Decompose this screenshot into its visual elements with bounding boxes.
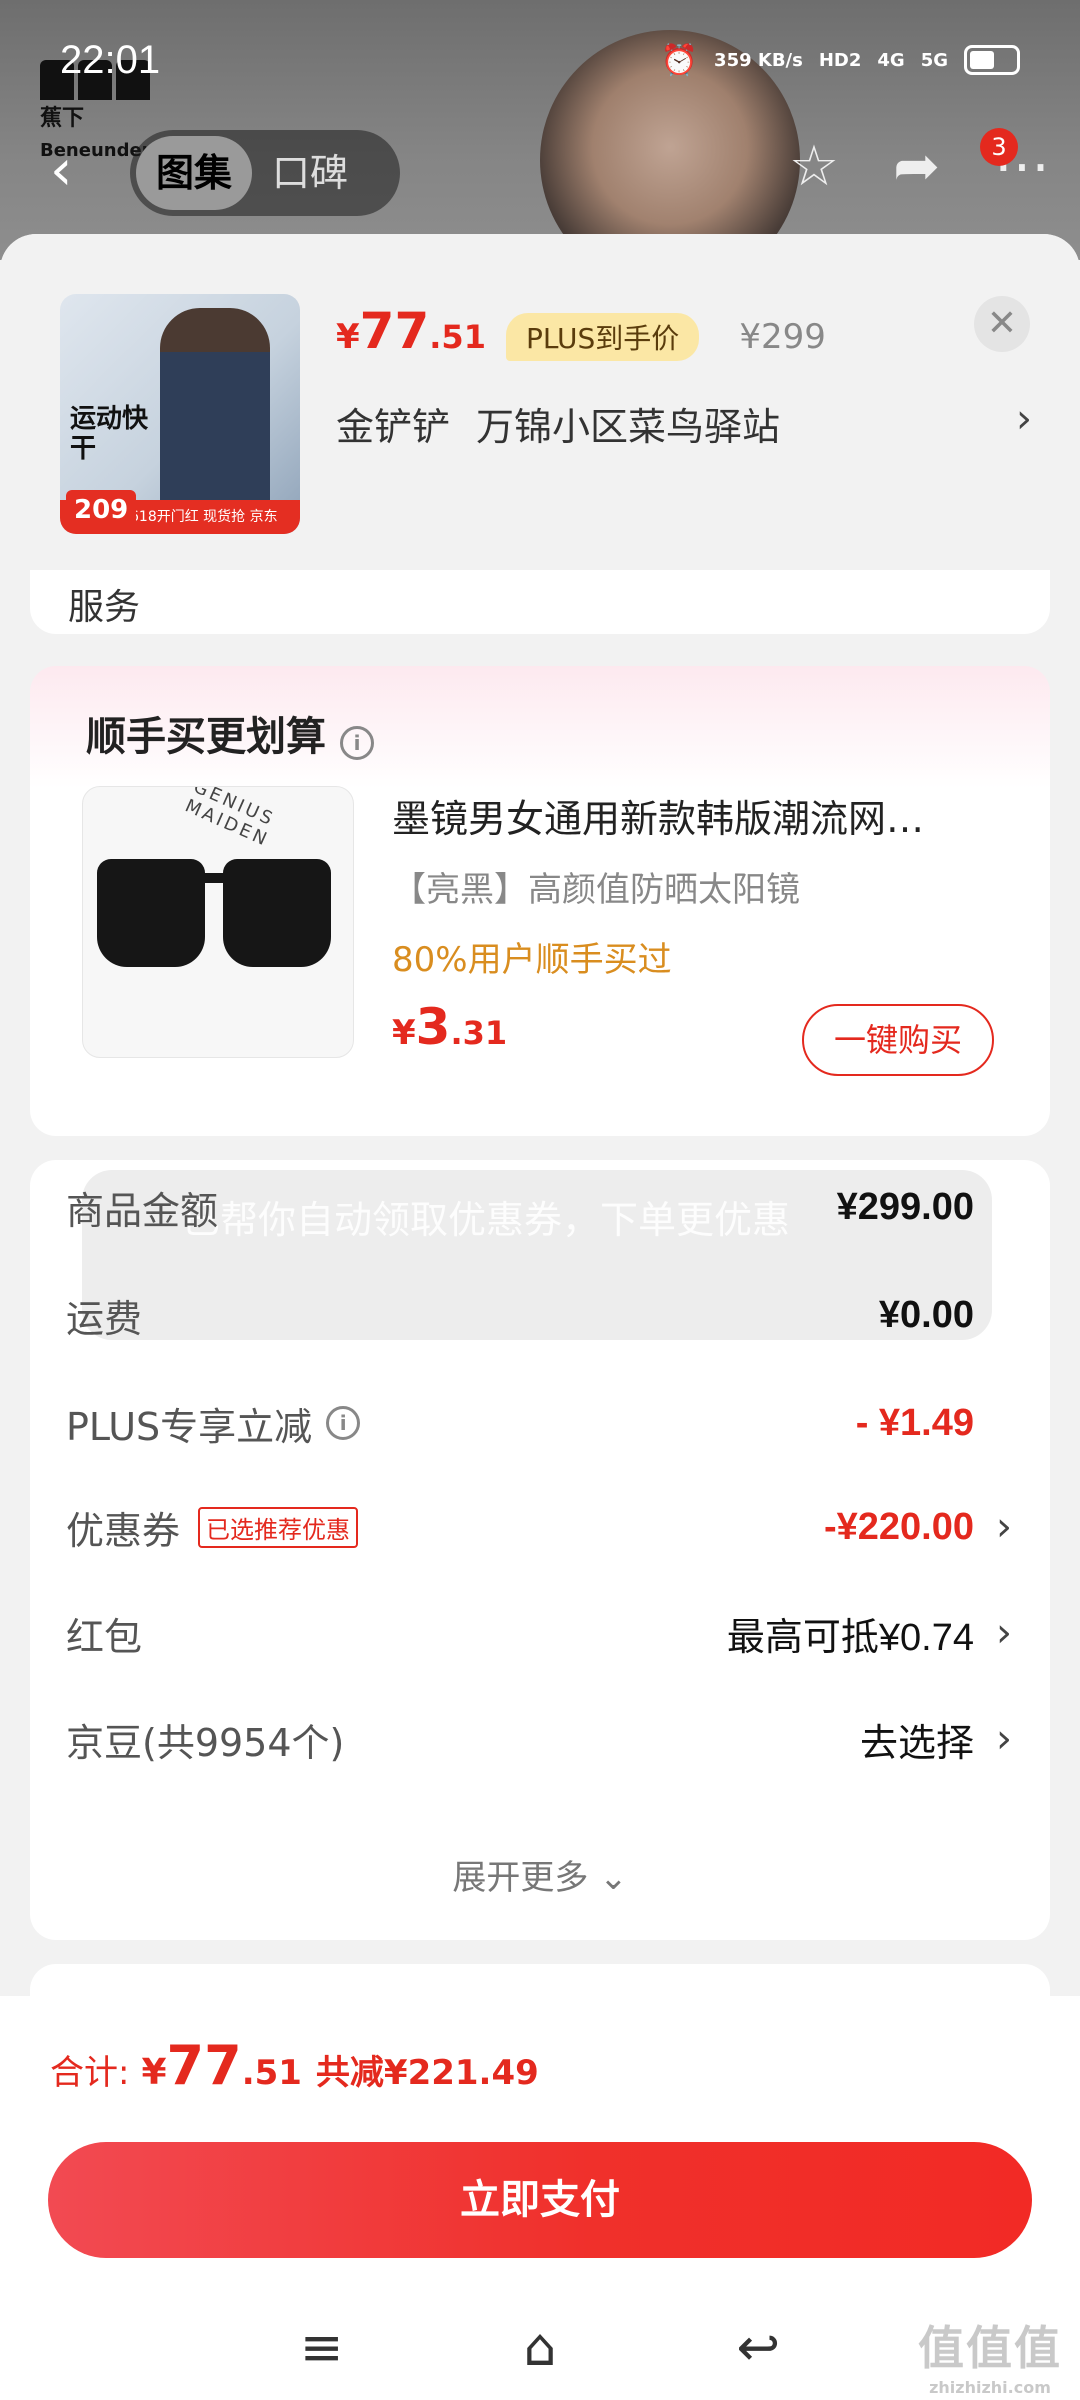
favorite-star-icon[interactable]: ☆	[789, 134, 839, 199]
service-label: 服务	[68, 587, 141, 628]
expand-more-button[interactable]: 展开更多 ⌄	[30, 1850, 1050, 1899]
price-summary-card: 已帮你自动领取优惠券，下单更优惠 商品金额 ¥299.00 运费 ¥0.00 P…	[30, 1160, 1050, 1940]
product-thumbnail[interactable]: 运动快干 618开门红 现货抢 京东 209	[60, 294, 300, 534]
one-click-buy-button[interactable]: 一键购买	[802, 1004, 994, 1076]
tab-gallery[interactable]: 图集	[136, 136, 253, 210]
watermark: 值值值 zhizhizhi.com	[918, 2321, 1062, 2397]
alarm-icon: ⏰	[660, 42, 699, 78]
summary-row-shipping: 运费 ¥0.00	[66, 1293, 974, 1341]
signal-4g-icon: 4G	[877, 49, 905, 71]
checkout-footer: 合计: ¥ 77 .51 共减¥221.49 立即支付 ≡ ⌂ ↩ 值值值 zh…	[0, 1996, 1080, 2400]
top-nav: ‹ 图集 口碑 ☆ ➦ ⋯ 3	[0, 120, 1080, 220]
clock: 22:01	[60, 37, 161, 82]
close-button[interactable]: ✕	[974, 296, 1030, 352]
delivery-address[interactable]: 金铲铲 万锦小区菜鸟驿站	[336, 396, 780, 451]
pay-now-button[interactable]: 立即支付	[48, 2142, 1032, 2258]
sunglasses-image[interactable]: GENIUS MAIDEN	[82, 786, 354, 1058]
menu-icon[interactable]: ≡	[300, 2318, 344, 2378]
total-savings: 共减¥221.49	[315, 2053, 539, 2093]
gallery-tabs: 图集 口碑	[130, 130, 400, 216]
plus-price-tag: PLUS到手价	[505, 313, 700, 361]
net-speed: 359 KB/s	[714, 49, 803, 71]
battery-icon	[964, 45, 1020, 75]
pickup-location: 万锦小区菜鸟驿站	[476, 405, 781, 449]
addon-purchase-stat: 80%用户顺手买过	[392, 940, 672, 980]
signal-5g-icon: 5G	[920, 49, 948, 71]
home-icon[interactable]: ⌂	[523, 2318, 556, 2378]
hd-icon: HD2	[818, 49, 862, 71]
tab-reviews[interactable]: 口碑	[252, 136, 368, 210]
order-total: 合计: ¥ 77 .51 共减¥221.49	[50, 2034, 539, 2097]
back-nav-icon[interactable]: ↩	[737, 2318, 781, 2378]
back-icon[interactable]: ‹	[50, 138, 72, 203]
more-icon[interactable]: ⋯ 3	[980, 128, 1050, 199]
recipient-name: 金铲铲	[336, 405, 451, 449]
info-icon[interactable]: i	[326, 1406, 361, 1440]
chevron-right-icon[interactable]: ›	[1016, 396, 1032, 442]
coupon-recommended-tag: 已选推荐优惠	[198, 1506, 359, 1548]
status-bar: 22:01 ⏰ 359 KB/s HD2 4G 5G	[0, 0, 1080, 120]
addon-recommendation-card: 顺手买更划算 i GENIUS MAIDEN 墨镜男女通用新款韩版潮流网… 【亮黑…	[30, 666, 1050, 1136]
notification-badge: 3	[980, 128, 1018, 166]
chevron-right-icon[interactable]: ›	[996, 1610, 1012, 1656]
summary-row-subtotal: 商品金额 ¥299.00	[66, 1185, 974, 1233]
addon-product-name[interactable]: 墨镜男女通用新款韩版潮流网…	[392, 788, 1012, 843]
addon-title: 顺手买更划算 i	[86, 704, 374, 762]
chevron-right-icon[interactable]: ›	[996, 1504, 1012, 1550]
summary-row-coupon[interactable]: 优惠券 已选推荐优惠 -¥220.00 ›	[66, 1492, 1012, 1562]
addon-price: ¥ 3 .31	[392, 998, 508, 1056]
summary-row-red-packet[interactable]: 红包 最高可抵¥0.74 ›	[66, 1598, 1012, 1668]
summary-row-plus-discount: PLUS专享立减 i - ¥1.49	[66, 1401, 974, 1449]
summary-row-jingdou[interactable]: 京豆(共9954个) 去选择 ›	[66, 1704, 1012, 1774]
thumb-title: 运动快干	[70, 404, 149, 464]
original-price: ¥299	[739, 317, 826, 357]
chevron-right-icon[interactable]: ›	[996, 1716, 1012, 1762]
chevron-down-icon: ⌄	[588, 1858, 628, 1898]
info-icon[interactable]: i	[340, 726, 374, 760]
addon-product-spec: 【亮黑】高颜值防晒太阳镜	[392, 870, 800, 910]
thumb-price: 209	[66, 490, 137, 530]
product-header: 运动快干 618开门红 现货抢 京东 209 ¥ 77 .51 PLUS到手价 …	[0, 234, 1080, 570]
product-price: ¥ 77 .51 PLUS到手价 ¥299	[336, 302, 826, 361]
share-icon[interactable]: ➦	[893, 134, 940, 199]
